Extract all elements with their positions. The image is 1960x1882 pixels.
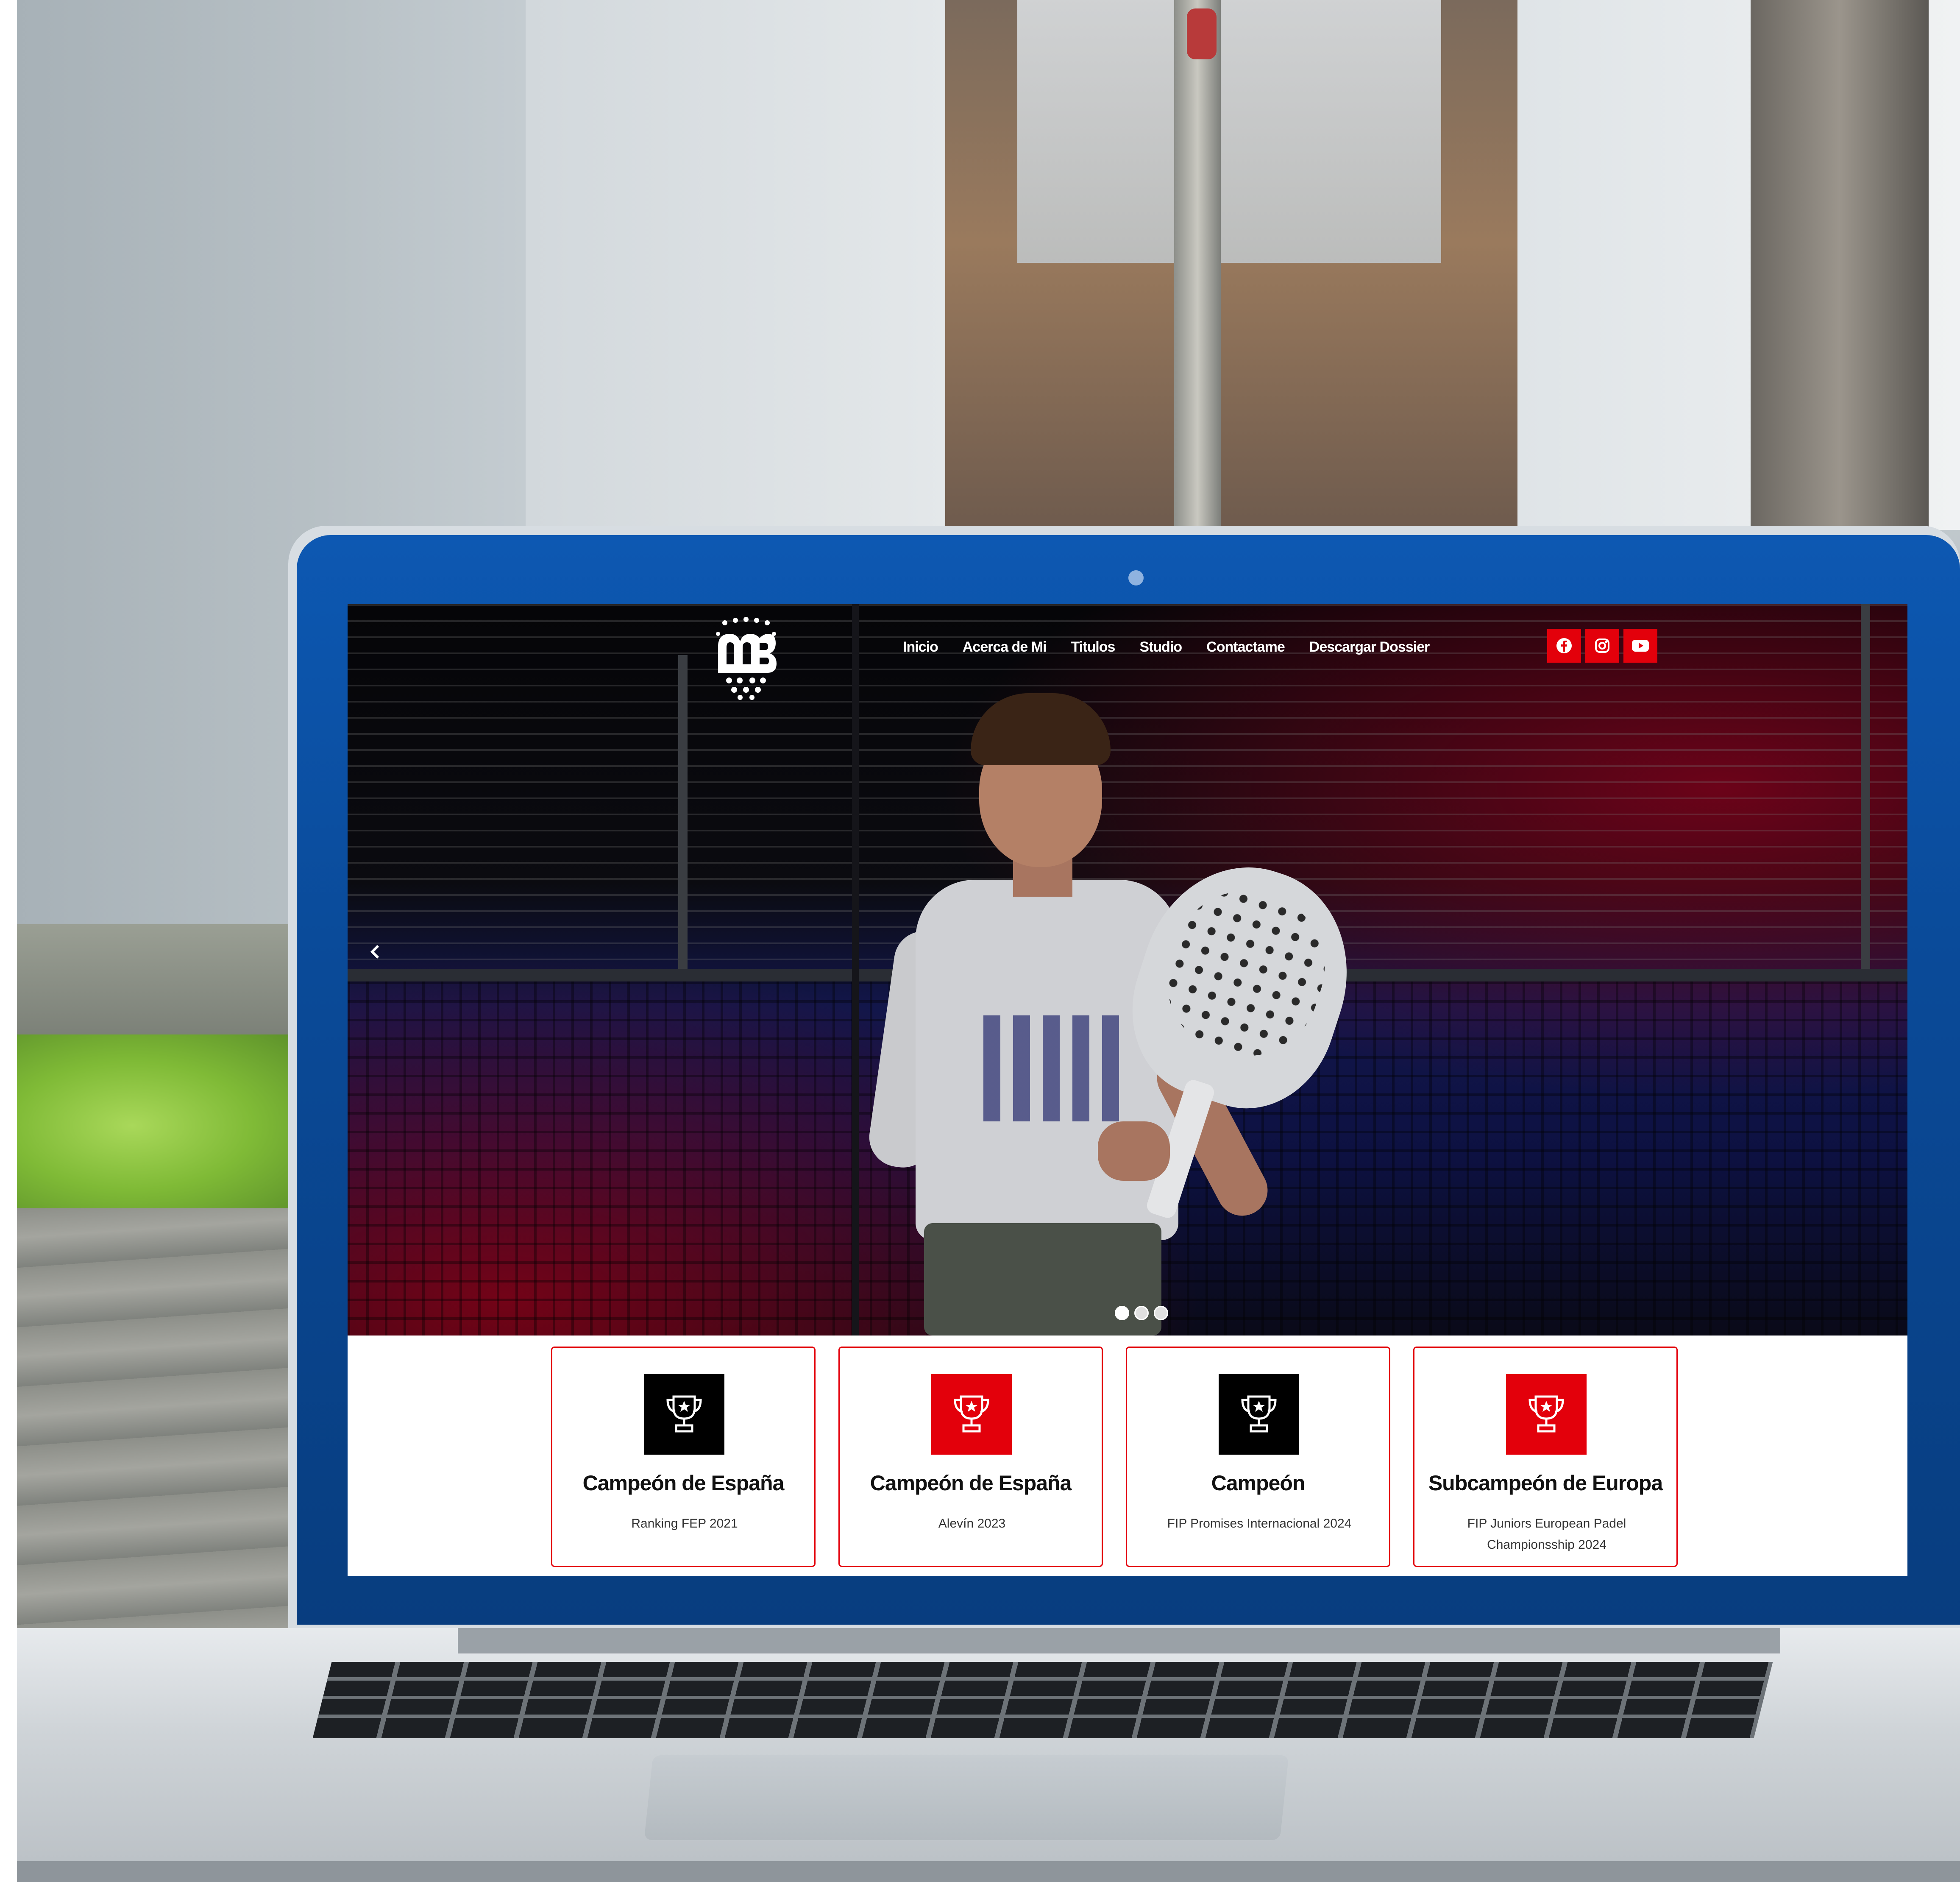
- social-links: [1547, 629, 1657, 663]
- card-title: Subcampeón de Europa: [1428, 1471, 1663, 1495]
- facebook-icon: [1556, 638, 1572, 653]
- laptop-front-edge: [17, 1861, 1960, 1882]
- hero-pole: [852, 604, 859, 1336]
- instagram-icon: [1595, 638, 1609, 653]
- slider-prev-arrow-icon[interactable]: [369, 943, 381, 960]
- card-title: Campeón de España: [870, 1471, 1072, 1495]
- trophy-icon: [954, 1395, 989, 1433]
- background-tree: [1751, 0, 1929, 530]
- image-edge: [0, 0, 17, 1882]
- nav-contactame[interactable]: Contactame: [1206, 639, 1285, 655]
- facebook-button[interactable]: [1547, 629, 1581, 663]
- background-window: [1017, 0, 1441, 263]
- background-ledge: [17, 924, 314, 1034]
- trophy-icon: [1241, 1395, 1277, 1433]
- title-card: Campeón de España Alevín 2023: [838, 1347, 1103, 1567]
- card-subtitle: FIP Promises Internacional 2024: [1167, 1517, 1352, 1531]
- hero-pole: [1861, 604, 1870, 969]
- slider-dots: [1115, 1306, 1168, 1320]
- instagram-button[interactable]: [1585, 629, 1619, 663]
- background-post-top: [1187, 8, 1217, 59]
- laptop-trackpad: [644, 1755, 1289, 1840]
- trophy-icon-box: [1219, 1374, 1299, 1455]
- card-subtitle: Ranking FEP 2021: [631, 1517, 738, 1531]
- nav-inicio[interactable]: Inicio: [903, 639, 938, 655]
- card-subtitle: Alevín 2023: [938, 1517, 1006, 1531]
- card-title: Campeón: [1211, 1471, 1306, 1495]
- slider-dot-1[interactable]: [1115, 1306, 1129, 1320]
- trophy-icon: [666, 1395, 702, 1433]
- title-card: Subcampeón de Europa FIP Juniors Europea…: [1413, 1347, 1678, 1567]
- laptop-keyboard: [312, 1662, 1773, 1738]
- background-hedge: [17, 1034, 305, 1217]
- trophy-icon: [1528, 1395, 1564, 1433]
- nav-studio[interactable]: Studio: [1139, 639, 1182, 655]
- slider-dot-2[interactable]: [1134, 1306, 1149, 1320]
- hero-pole: [678, 655, 688, 969]
- title-card: Campeón FIP Promises Internacional 2024: [1126, 1347, 1390, 1567]
- hero-player-hand: [1098, 1121, 1170, 1181]
- nav-acerca-de-mi[interactable]: Acerca de Mi: [963, 639, 1047, 655]
- title-card: Campeón de España Ranking FEP 2021: [551, 1347, 816, 1567]
- background-post: [1174, 0, 1221, 534]
- mb-logo[interactable]: [712, 617, 780, 702]
- nav-descargar-dossier[interactable]: Descargar Dossier: [1309, 639, 1430, 655]
- youtube-icon: [1632, 640, 1649, 652]
- card-title: Campeón de España: [582, 1471, 785, 1495]
- titles-section: Campeón de España Ranking FEP 2021 Campe…: [348, 1336, 1907, 1576]
- youtube-button[interactable]: [1623, 629, 1657, 663]
- main-nav: Inicio Acerca de Mi Titulos Studio Conta…: [903, 639, 1430, 655]
- laptop-screen: Inicio Acerca de Mi Titulos Studio Conta…: [348, 604, 1907, 1576]
- laptop-hinge: [458, 1628, 1780, 1653]
- webcam: [1128, 570, 1144, 586]
- card-subtitle: FIP Juniors European Padel Championsship…: [1467, 1517, 1626, 1552]
- slider-dot-3[interactable]: [1154, 1306, 1168, 1320]
- nav-titulos[interactable]: Titulos: [1071, 639, 1116, 655]
- hero-slider: Inicio Acerca de Mi Titulos Studio Conta…: [348, 604, 1907, 1336]
- trophy-icon-box: [1506, 1374, 1587, 1455]
- background-wall-pale: [526, 0, 949, 551]
- trophy-icon-box: [931, 1374, 1012, 1455]
- trophy-icon-box: [644, 1374, 724, 1455]
